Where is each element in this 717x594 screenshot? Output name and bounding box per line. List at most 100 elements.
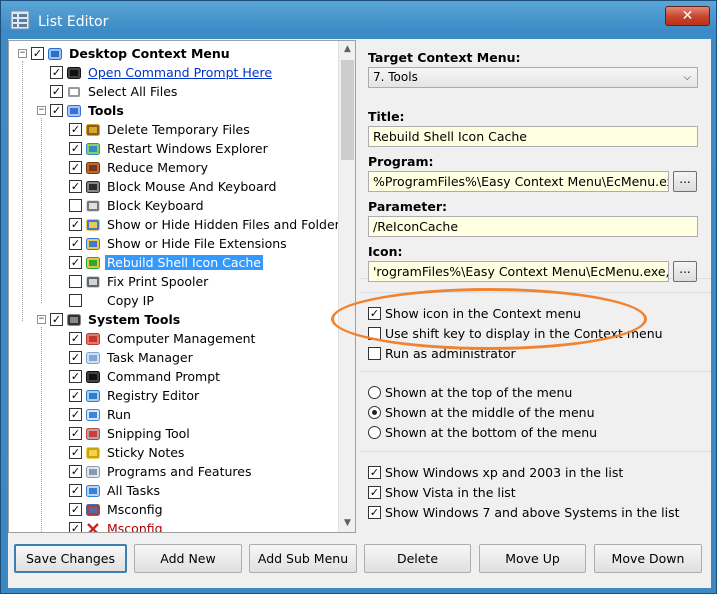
tree-item-label: Copy IP <box>107 293 154 308</box>
win7-checkbox[interactable]: ✓ <box>368 505 381 519</box>
tree-item-checkbox[interactable]: ✓ <box>69 484 82 497</box>
tree-item-checkbox[interactable]: ✓ <box>69 351 82 364</box>
tree-item-checkbox[interactable]: ✓ <box>69 446 82 459</box>
tree-item[interactable]: ✓ Reduce Memory <box>69 158 210 177</box>
target-menu-value: 7. Tools <box>373 70 418 84</box>
vista-option[interactable]: ✓ Show Vista in the list <box>368 483 516 501</box>
position-bottom-radio[interactable] <box>368 425 381 439</box>
tree-item-checkbox[interactable]: ✓ <box>69 503 82 516</box>
xp-checkbox[interactable]: ✓ <box>368 465 381 479</box>
tree-item[interactable]: ✓ Snipping Tool <box>69 424 192 443</box>
tree-item-checkbox[interactable]: ✓ <box>50 85 63 98</box>
tree-item[interactable]: ✓ Msconfig <box>69 519 165 532</box>
tree-item[interactable]: Copy IP <box>69 291 156 310</box>
tree-item-checkbox[interactable] <box>69 294 82 307</box>
program-input[interactable]: %ProgramFiles%\Easy Context Menu\EcMenu.… <box>368 171 669 192</box>
shift-key-option[interactable]: Use shift key to display in the Context … <box>368 324 663 342</box>
tree-item-checkbox[interactable] <box>69 199 82 212</box>
show-icon-label: Show icon in the Context menu <box>385 305 582 321</box>
run-admin-checkbox[interactable] <box>368 346 381 360</box>
icon-browse-button[interactable]: ... <box>673 261 697 282</box>
icon-path-input[interactable]: 'rogramFiles%\Easy Context Menu\EcMenu.e… <box>368 261 669 282</box>
title-bar[interactable]: List Editor ✕ <box>1 1 716 39</box>
xp-option[interactable]: ✓ Show Windows xp and 2003 in the list <box>368 463 623 481</box>
win7-option[interactable]: ✓ Show Windows 7 and above Systems in th… <box>368 503 680 521</box>
scroll-down-icon[interactable]: ▼ <box>339 515 355 532</box>
scroll-up-icon[interactable]: ▲ <box>339 41 355 58</box>
target-menu-select[interactable]: 7. Tools ⌵ <box>368 67 698 88</box>
tree-item[interactable]: ✓ Delete Temporary Files <box>69 120 252 139</box>
tree-item[interactable]: ✓ Select All Files <box>50 82 179 101</box>
tree-item[interactable]: Block Keyboard <box>69 196 206 215</box>
tree-item-checkbox[interactable]: ✓ <box>69 142 82 155</box>
tree-item[interactable]: ✓ Show or Hide Hidden Files and Folders <box>69 215 348 234</box>
close-button[interactable]: ✕ <box>665 6 710 26</box>
show-icon-checkbox[interactable]: ✓ <box>368 306 381 320</box>
tree-item-checkbox[interactable]: ✓ <box>69 256 82 269</box>
shift-key-checkbox[interactable] <box>368 326 381 340</box>
tree-item[interactable]: ✓ Computer Management <box>69 329 257 348</box>
tree-item-checkbox[interactable]: ✓ <box>69 237 82 250</box>
tree-item-checkbox[interactable]: ✓ <box>69 218 82 231</box>
tree-item[interactable]: ✓ Rebuild Shell Icon Cache <box>69 253 263 272</box>
position-top-option[interactable]: Shown at the top of the menu <box>368 383 572 401</box>
tree-item-checkbox[interactable]: ✓ <box>69 370 82 383</box>
move-down-button[interactable]: Move Down <box>594 544 702 573</box>
vista-checkbox[interactable]: ✓ <box>368 485 381 499</box>
tree-item[interactable]: ✓ Programs and Features <box>69 462 253 481</box>
tree-item-checkbox[interactable]: ✓ <box>50 313 63 326</box>
parameter-input[interactable]: /ReIconCache <box>368 216 698 237</box>
shift-key-label: Use shift key to display in the Context … <box>385 325 663 341</box>
tree-item-checkbox[interactable]: ✓ <box>69 123 82 136</box>
tree-item-checkbox[interactable]: ✓ <box>69 465 82 478</box>
add-sub-menu-button[interactable]: Add Sub Menu <box>249 544 357 573</box>
tree-item-checkbox[interactable] <box>69 275 82 288</box>
show-icon-option[interactable]: ✓ Show icon in the Context menu <box>368 304 581 322</box>
position-top-radio[interactable] <box>368 385 381 399</box>
collapse-icon[interactable]: − <box>18 49 27 58</box>
tree-item[interactable]: ✓ Block Mouse And Keyboard <box>69 177 278 196</box>
position-middle-radio[interactable] <box>368 405 381 419</box>
tree-item[interactable]: Fix Print Spooler <box>69 272 210 291</box>
add-new-button[interactable]: Add New <box>134 544 242 573</box>
scroll-thumb[interactable] <box>341 60 354 160</box>
save-changes-button[interactable]: Save Changes <box>14 544 127 573</box>
move-up-button[interactable]: Move Up <box>479 544 586 573</box>
tree-item[interactable]: ✓ Registry Editor <box>69 386 201 405</box>
tree-item-checkbox[interactable]: ✓ <box>69 522 82 532</box>
tree-item-checkbox[interactable]: ✓ <box>50 66 63 79</box>
tree-vertical-scrollbar[interactable]: ▲ ▼ <box>338 41 355 532</box>
tree-item[interactable]: ✓ Sticky Notes <box>69 443 186 462</box>
tree-item[interactable]: ✓ Task Manager <box>69 348 195 367</box>
tree-item-checkbox[interactable]: ✓ <box>31 47 44 60</box>
program-browse-button[interactable]: ... <box>673 171 697 192</box>
tree-item-checkbox[interactable]: ✓ <box>69 427 82 440</box>
run-admin-option[interactable]: Run as administrator <box>368 344 516 362</box>
tree-item[interactable]: − ✓ Tools <box>37 101 126 120</box>
tree-item-checkbox[interactable]: ✓ <box>69 180 82 193</box>
tree-item[interactable]: ✓ Run <box>69 405 133 424</box>
title-input[interactable]: Rebuild Shell Icon Cache <box>368 126 698 147</box>
tree-item[interactable]: ✓ Msconfig <box>69 500 165 519</box>
tree-item-checkbox[interactable]: ✓ <box>69 408 82 421</box>
run-admin-label: Run as administrator <box>385 345 516 361</box>
tree-item-checkbox[interactable]: ✓ <box>69 332 82 345</box>
tree-item[interactable]: − ✓ System Tools <box>37 310 182 329</box>
tree-item[interactable]: ✓ Show or Hide File Extensions <box>69 234 289 253</box>
delete-button[interactable]: Delete <box>364 544 471 573</box>
collapse-icon[interactable]: − <box>37 106 46 115</box>
menu-tree[interactable]: − ✓ Desktop Context Menu ✓ Open Command Prom… <box>8 40 356 533</box>
tree-item[interactable]: ✓ Command Prompt <box>69 367 222 386</box>
broom-icon <box>85 122 101 138</box>
tree-item-checkbox[interactable]: ✓ <box>69 389 82 402</box>
tree-item[interactable]: ✓ All Tasks <box>69 481 162 500</box>
position-middle-option[interactable]: Shown at the middle of the menu <box>368 403 595 421</box>
position-bottom-option[interactable]: Shown at the bottom of the menu <box>368 423 597 441</box>
tree-item[interactable]: ✓ Restart Windows Explorer <box>69 139 270 158</box>
tree-item[interactable]: − ✓ Desktop Context Menu <box>18 44 232 63</box>
collapse-icon[interactable]: − <box>37 315 46 324</box>
tree-item[interactable]: ✓ Open Command Prompt Here <box>50 63 274 82</box>
position-top-label: Shown at the top of the menu <box>385 384 573 400</box>
tree-item-checkbox[interactable]: ✓ <box>50 104 63 117</box>
tree-item-checkbox[interactable]: ✓ <box>69 161 82 174</box>
